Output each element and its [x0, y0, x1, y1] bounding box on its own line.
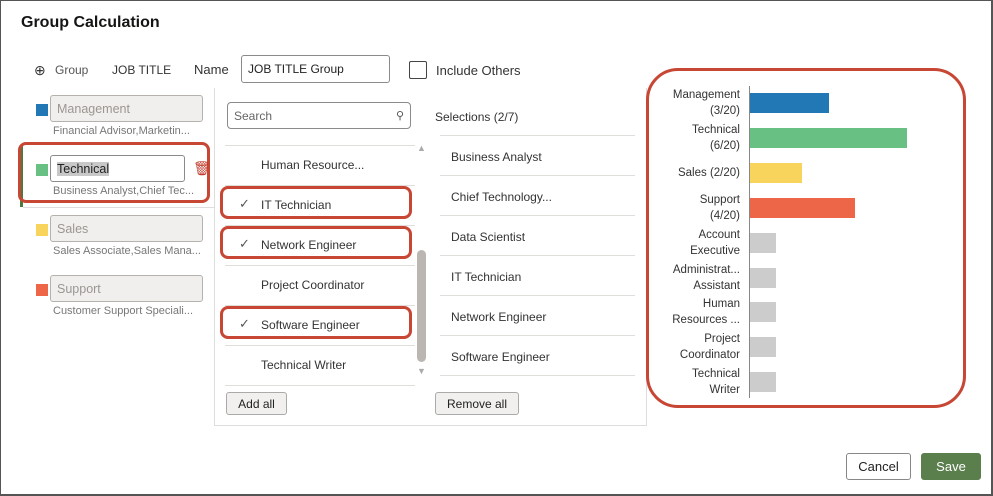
- search-input[interactable]: Search ⚲: [227, 102, 411, 129]
- cancel-button[interactable]: Cancel: [846, 453, 911, 480]
- highlight-chart: [646, 68, 966, 408]
- scroll-up-icon[interactable]: ▲: [417, 143, 426, 153]
- include-others-checkbox[interactable]: [409, 61, 427, 79]
- save-button[interactable]: Save: [921, 453, 981, 480]
- selection-item[interactable]: Data Scientist: [451, 230, 525, 244]
- selection-item[interactable]: Business Analyst: [451, 150, 542, 164]
- delete-icon[interactable]: 🗑: [193, 160, 211, 177]
- group-members: Financial Advisor,Marketin...: [53, 125, 190, 137]
- name-input[interactable]: JOB TITLE Group: [241, 55, 390, 83]
- selections-header: Selections (2/7): [435, 110, 519, 124]
- divider: [440, 295, 635, 296]
- name-input-value: JOB TITLE Group: [248, 62, 344, 76]
- group-members: Customer Support Speciali...: [53, 305, 194, 317]
- name-label: Name: [194, 62, 229, 77]
- available-item[interactable]: Project Coordinator: [261, 278, 364, 292]
- selection-item[interactable]: Software Engineer: [451, 350, 550, 364]
- group-color-swatch: [36, 224, 48, 236]
- group-color-swatch: [36, 284, 48, 296]
- search-placeholder: Search: [234, 108, 273, 123]
- divider: [225, 145, 415, 146]
- add-group-icon[interactable]: ⊕: [34, 62, 46, 79]
- divider: [440, 255, 635, 256]
- selection-item[interactable]: Network Engineer: [451, 310, 546, 324]
- group-name-value: Management: [57, 101, 130, 116]
- divider: [440, 215, 635, 216]
- scrollbar-thumb[interactable]: [417, 250, 426, 362]
- add-all-button[interactable]: Add all: [226, 392, 287, 415]
- add-group-button[interactable]: Group: [55, 63, 88, 77]
- scroll-down-icon[interactable]: ▼: [417, 366, 426, 376]
- divider: [225, 385, 415, 386]
- available-item[interactable]: Software Engineer: [261, 318, 360, 332]
- include-others-label: Include Others: [436, 63, 521, 78]
- group-members: Sales Associate,Sales Mana...: [53, 245, 201, 257]
- divider: [440, 375, 635, 376]
- divider: [23, 207, 215, 208]
- selection-item[interactable]: IT Technician: [451, 270, 521, 284]
- available-item[interactable]: IT Technician: [261, 198, 331, 212]
- search-icon: ⚲: [395, 110, 404, 122]
- available-item[interactable]: Human Resource...: [261, 158, 364, 172]
- dialog-title: Group Calculation: [21, 14, 160, 31]
- available-item[interactable]: Technical Writer: [261, 358, 346, 372]
- remove-all-button[interactable]: Remove all: [435, 392, 519, 415]
- group-color-swatch: [36, 104, 48, 116]
- divider: [225, 265, 415, 266]
- divider: [440, 175, 635, 176]
- group-name-input[interactable]: Management: [50, 95, 203, 122]
- group-name-input[interactable]: Sales: [50, 215, 203, 242]
- column-label: JOB TITLE: [112, 63, 172, 77]
- selection-item[interactable]: Chief Technology...: [451, 190, 552, 204]
- divider: [225, 345, 415, 346]
- highlight-technical: [18, 142, 210, 203]
- group-name-input[interactable]: Support: [50, 275, 203, 302]
- divider: [440, 135, 635, 136]
- available-item[interactable]: Network Engineer: [261, 238, 356, 252]
- group-name-value: Sales: [57, 221, 89, 236]
- divider: [440, 335, 635, 336]
- group-name-value: Support: [57, 281, 101, 296]
